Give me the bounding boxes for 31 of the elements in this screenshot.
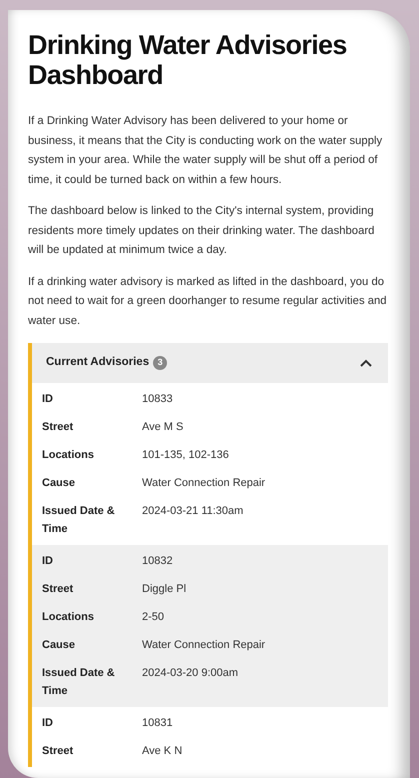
field-label: ID [42, 554, 54, 569]
field-value: Diggle Pl [142, 582, 186, 597]
field-label: Issued Date & Time [42, 666, 116, 699]
paragraph: If a drinking water advisory is marked as lifted in the dashboard, you do not need to wait for a green doorhanger to resume regular activities and water use. [28, 274, 388, 328]
field-value: 10831 [142, 716, 173, 731]
accordion-header[interactable]: Current Advisories 3 [32, 343, 388, 383]
field-label: Cause [42, 638, 76, 653]
page-title: Drinking Water Advisories Dashboard [28, 30, 348, 90]
field-label: Street [42, 420, 74, 435]
field-value: Ave K N [142, 744, 182, 759]
field-label: ID [42, 392, 54, 407]
field-label: Street [42, 582, 74, 597]
field-value: Ave M S [142, 420, 184, 435]
field-value: 2024-03-21 11:30am [142, 504, 244, 519]
field-label: Street [42, 744, 74, 759]
field-label: Cause [42, 476, 76, 491]
field-label: Issued Date & Time [42, 504, 116, 537]
field-value: 101-135, 102-136 [142, 448, 229, 463]
field-value: Water Connection Repair [142, 638, 266, 653]
field-label: Locations [42, 610, 95, 625]
field-value: 10833 [142, 392, 173, 407]
field-label: ID [42, 716, 54, 731]
field-value: 10832 [142, 554, 173, 569]
field-value: 2024-03-20 9:00am [142, 666, 238, 681]
count-badge: 3 [153, 356, 168, 370]
field-value: Water Connection Repair [142, 476, 266, 491]
field-label: Locations [42, 448, 95, 463]
paragraph: If a Drinking Water Advisory has been delivered to your home or business, it means that the City is conducting work on the water supply system in your area. While the water supply will be shut off a period of time, it could be turned back on within a few hours. [28, 114, 384, 188]
field-value: 2-50 [142, 610, 164, 625]
chevron-up-icon [360, 359, 372, 367]
paragraph: The dashboard below is linked to the City's internal system, providing residents more timely updates on their drinking water. The dashboard will be updated at minimum twice a day. [28, 204, 376, 258]
